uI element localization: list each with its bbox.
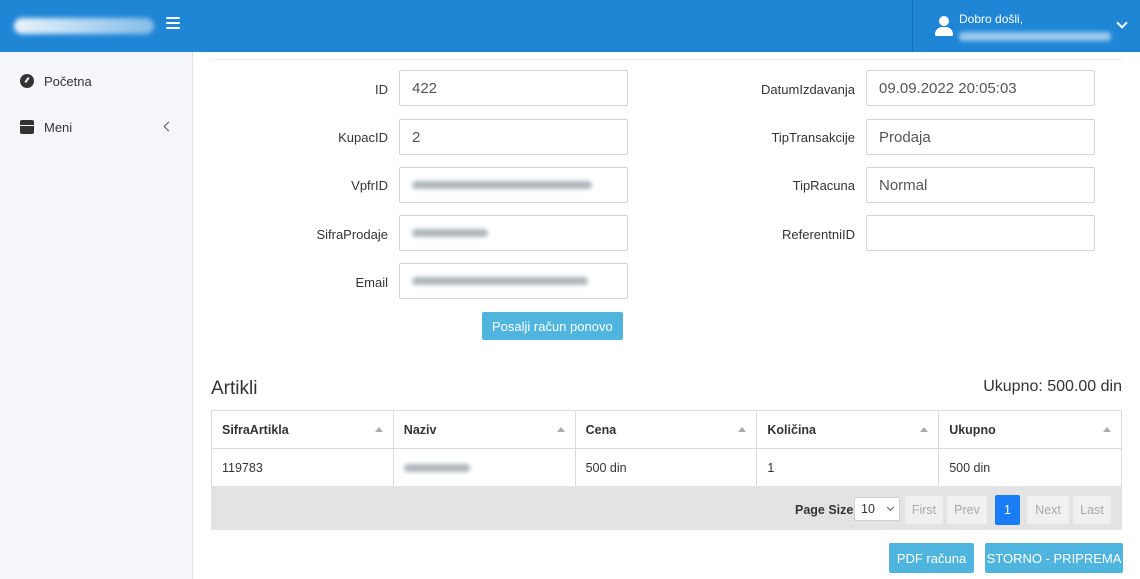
articles-title: Artikli (211, 378, 258, 399)
field-vpfrid[interactable] (399, 167, 628, 203)
column-label: Količina (767, 422, 817, 437)
page-1-button[interactable]: 1 (995, 495, 1020, 525)
prev-page-button[interactable]: Prev (946, 495, 988, 525)
page-size-select[interactable]: 10 (854, 497, 900, 521)
label-tipracuna: TipRacuna (792, 178, 855, 193)
field-tiptransakcije[interactable]: Prodaja (866, 119, 1095, 155)
total-amount: Ukupno: 500.00 din (983, 378, 1122, 395)
column-header-naziv[interactable]: Naziv (394, 411, 576, 448)
pagination-bar: Page Size 10 First Prev 1 Next Last (211, 486, 1122, 530)
sidebar: Početna Meni (0, 52, 193, 579)
field-referentniid[interactable] (866, 215, 1095, 251)
user-menu[interactable]: Dobro došli, (912, 0, 1140, 52)
first-page-button[interactable]: First (904, 495, 944, 525)
field-sifraprodaje[interactable] (399, 215, 628, 251)
table-header: SifraArtikla Naziv Cena Količina Ukupno (212, 411, 1121, 449)
sort-icon (1102, 427, 1111, 432)
user-email-redacted (959, 31, 1111, 41)
field-datumizdavanja[interactable]: 09.09.2022 20:05:03 (866, 70, 1095, 106)
sidebar-item-meni[interactable]: Meni (0, 107, 192, 147)
redacted-value (412, 181, 592, 189)
redacted-value (412, 277, 588, 285)
label-referentniid: ReferentniID (782, 227, 855, 242)
cell-sifra: 119783 (212, 449, 394, 486)
dashboard-icon (20, 74, 34, 88)
column-label: Ukupno (949, 422, 996, 437)
sidebar-item-label: Početna (44, 73, 92, 89)
main-content: ID 422 KupacID 2 VpfrID SifraProdaje Ema… (193, 52, 1140, 579)
chevron-down-icon (886, 503, 895, 512)
sort-icon (738, 427, 747, 432)
column-header-cena[interactable]: Cena (576, 411, 758, 448)
menu-toggle-icon[interactable] (166, 17, 180, 29)
label-vpfrid: VpfrID (351, 178, 388, 193)
field-datumizdavanja-value: 09.09.2022 20:05:03 (879, 79, 1017, 97)
label-tiptransakcije: TipTransakcije (771, 130, 855, 145)
brand-logo (14, 18, 154, 34)
next-page-button[interactable]: Next (1026, 495, 1070, 525)
column-label: Naziv (403, 422, 437, 437)
label-datumizdavanja: DatumIzdavanja (761, 82, 855, 97)
field-email[interactable] (399, 263, 628, 299)
column-header-sifraartikla[interactable]: SifraArtikla (212, 411, 394, 448)
redacted-value (412, 229, 488, 237)
field-id-value: 422 (412, 79, 438, 97)
field-kupacid-value: 2 (412, 128, 421, 146)
label-sifraprodaje: SifraProdaje (316, 227, 388, 242)
chevron-left-icon (163, 121, 174, 132)
storno-button[interactable]: STORNO - PRIPREMA (985, 543, 1123, 573)
label-email: Email (355, 275, 388, 290)
greeting-text: Dobro došli, (959, 11, 1024, 26)
cell-ukupno: 500 din (949, 460, 991, 475)
box-icon (20, 120, 34, 134)
field-tiptransakcije-value: Prodaja (879, 128, 931, 146)
sort-icon (374, 427, 383, 432)
page-size-label: Page Size (795, 503, 854, 517)
field-tipracuna-value: Normal (879, 176, 928, 194)
divider (211, 59, 1123, 60)
column-header-kolicina[interactable]: Količina (757, 411, 940, 448)
cell-cena: 500 din (576, 449, 758, 486)
column-label: SifraArtikla (222, 422, 289, 437)
sidebar-item-label: Meni (44, 119, 73, 135)
field-tipracuna[interactable]: Normal (866, 167, 1095, 203)
sort-icon (920, 427, 929, 432)
column-header-ukupno[interactable]: Ukupno (939, 411, 1121, 448)
resend-receipt-button[interactable]: Posalji račun ponovo (482, 312, 623, 340)
sort-icon (556, 427, 565, 432)
label-id: ID (375, 82, 388, 97)
sidebar-item-pocetna[interactable]: Početna (0, 61, 192, 101)
redacted-value (403, 463, 470, 472)
label-kupacid: KupacID (338, 130, 388, 145)
cell-naziv (394, 449, 576, 486)
top-navbar: Dobro došli, (0, 0, 1140, 52)
table-row[interactable]: 119783 500 din 1 500 din (212, 449, 1121, 486)
cell-kolicina: 1 (757, 449, 940, 486)
field-kupacid[interactable]: 2 (399, 119, 628, 155)
page-size-value: 10 (861, 502, 875, 516)
articles-table: SifraArtikla Naziv Cena Količina Ukupno … (211, 410, 1122, 487)
last-page-button[interactable]: Last (1072, 495, 1112, 525)
chevron-down-icon (1116, 17, 1128, 29)
user-icon (935, 15, 953, 37)
field-id[interactable]: 422 (399, 70, 628, 106)
pdf-receipt-button[interactable]: PDF računa (889, 543, 974, 573)
column-label: Cena (585, 422, 617, 437)
brand[interactable] (0, 0, 192, 52)
